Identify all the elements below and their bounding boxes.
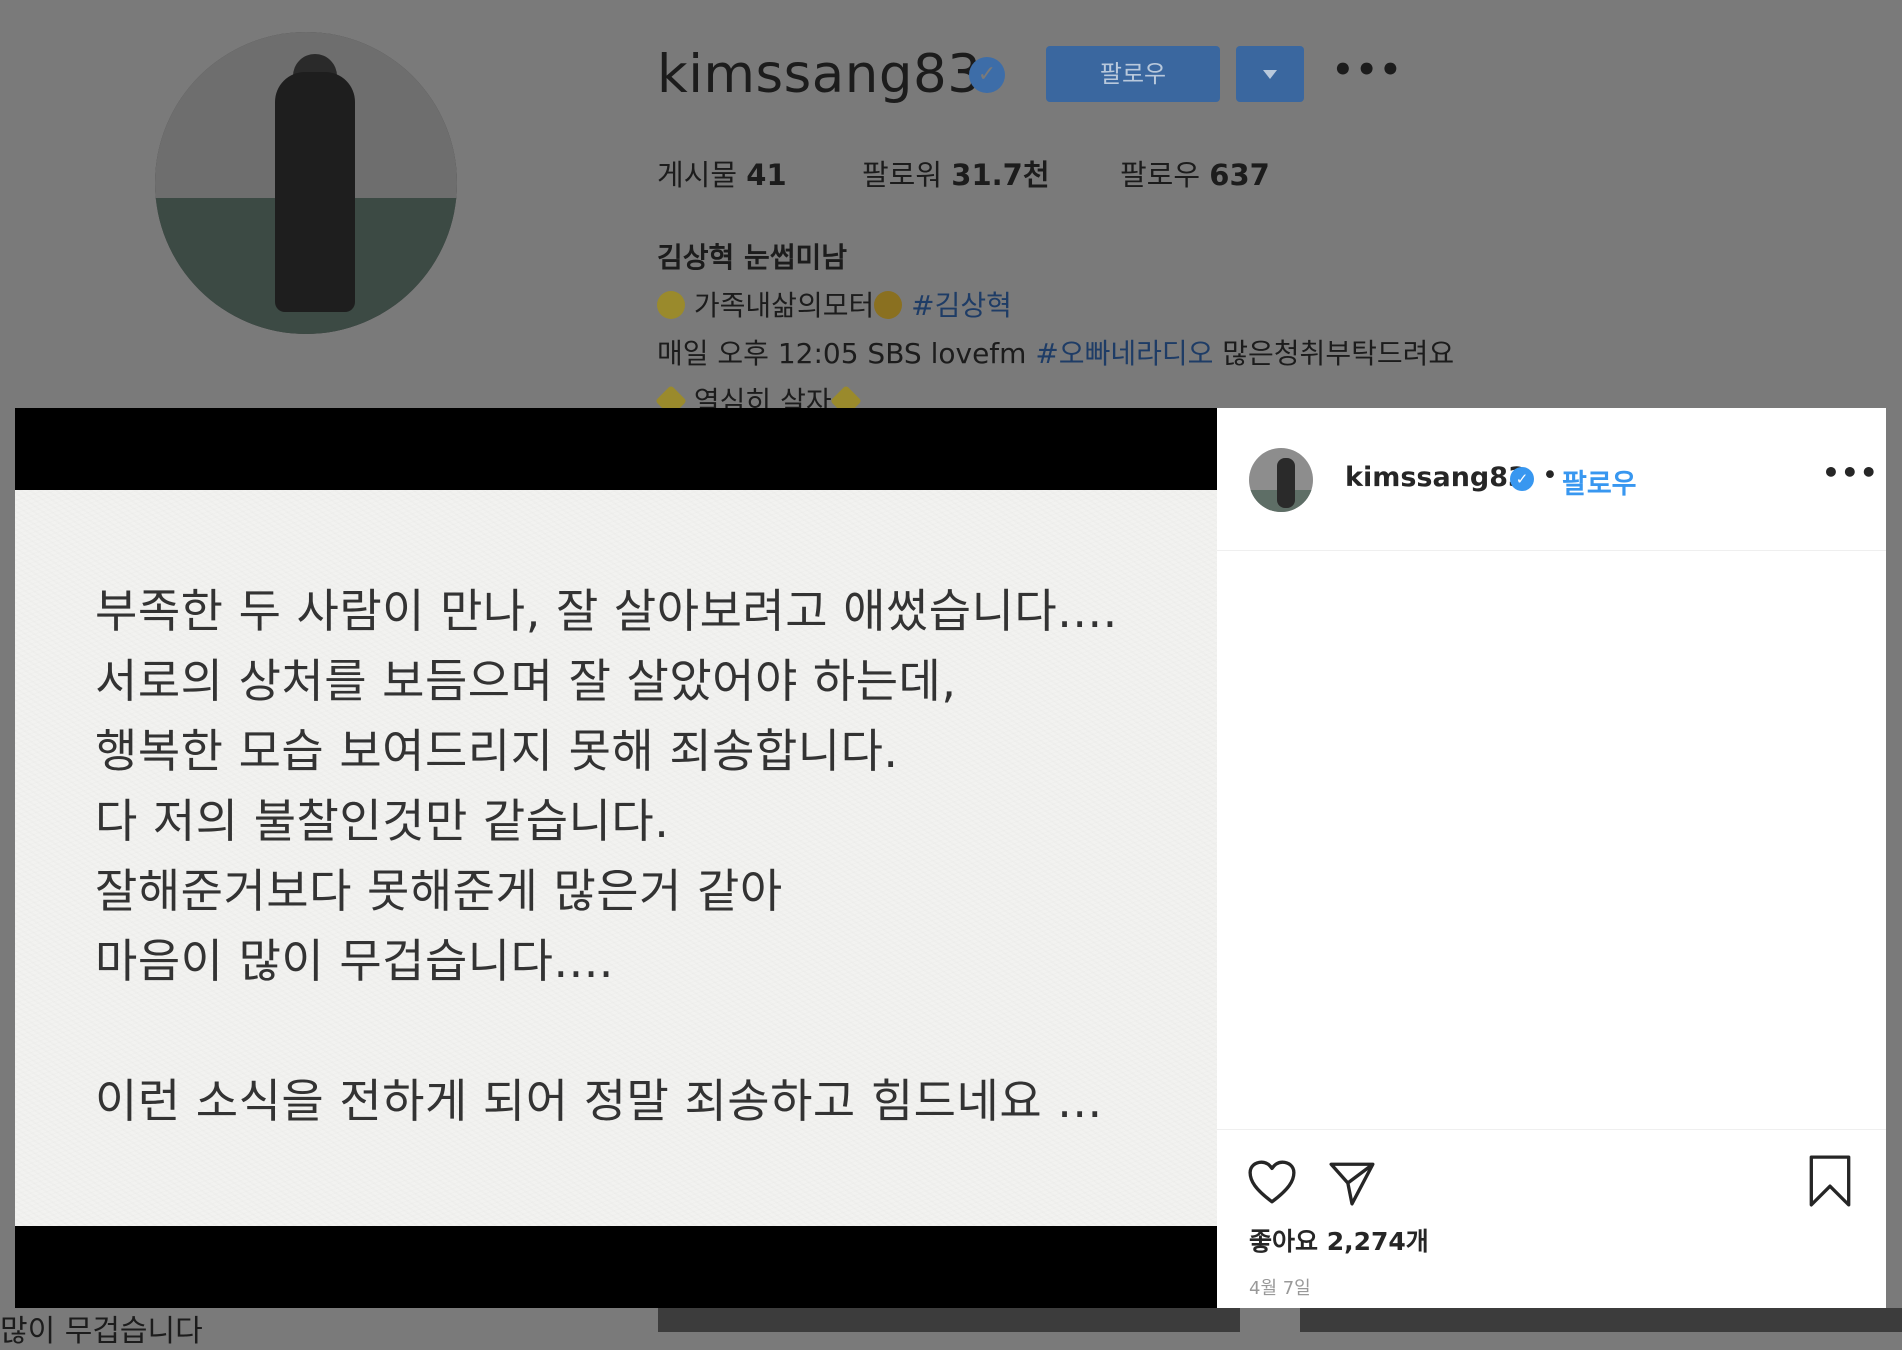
post-actions: 좋아요 2,274개 4월 7일 <box>1217 1129 1886 1309</box>
likes-count[interactable]: 좋아요 2,274개 <box>1249 1222 1429 1258</box>
grid-thumbnail[interactable] <box>1300 1308 1902 1332</box>
post-date[interactable]: 4월 7일 <box>1249 1274 1311 1300</box>
share-icon[interactable] <box>1327 1158 1377 1208</box>
profile-bio: 김상혁 눈썹미남 가족내삶의모터 #김상혁 매일 오후 12:05 SBS lo… <box>655 234 1455 426</box>
letter-text: 부족한 두 사람이 만나, 잘 살아보려고 애썼습니다.... 서로의 상처를 보… <box>95 584 1118 1128</box>
more-icon[interactable]: ••• <box>1332 50 1403 90</box>
post-modal: 부족한 두 사람이 만나, 잘 살아보려고 애썼습니다.... 서로의 상처를 보… <box>15 408 1886 1308</box>
stat-followers[interactable]: 팔로워 31.7천 <box>862 152 1050 194</box>
hashtag-link[interactable]: #김상혁 <box>911 289 1012 322</box>
bio-line-2: 매일 오후 12:05 SBS lovefm #오빠네라디오 많은청취부탁드려요 <box>657 337 1455 370</box>
post-media[interactable]: 부족한 두 사람이 만나, 잘 살아보려고 애썼습니다.... 서로의 상처를 보… <box>15 408 1217 1308</box>
author-avatar[interactable] <box>1249 448 1313 512</box>
heart-icon[interactable] <box>1247 1158 1297 1208</box>
hashtag-link[interactable]: #오빠네라디오 <box>1035 337 1213 370</box>
profile-avatar[interactable] <box>155 32 457 334</box>
letter-image: 부족한 두 사람이 만나, 잘 살아보려고 애썼습니다.... 서로의 상처를 보… <box>15 490 1217 1226</box>
stat-following[interactable]: 팔로우 637 <box>1120 152 1270 194</box>
more-icon[interactable]: ••• <box>1822 459 1879 487</box>
post-header: kimssang83 ✓ • 팔로우 ••• <box>1217 408 1886 551</box>
verified-icon: ✓ <box>969 57 1005 93</box>
bookmark-icon[interactable] <box>1807 1154 1853 1208</box>
follow-button[interactable]: 팔로우 <box>1046 46 1220 102</box>
grid-caption-fragment: 많이 무겁습니다 <box>0 1314 203 1349</box>
sunflower-emoji-icon <box>874 291 903 319</box>
bio-line-1: 가족내삶의모터 #김상혁 <box>657 282 1454 330</box>
bio-name: 김상혁 눈썹미남 <box>657 241 848 274</box>
stat-posts[interactable]: 게시물 41 <box>657 152 787 194</box>
author-username[interactable]: kimssang83 <box>1345 462 1527 493</box>
sun-emoji-icon <box>657 291 685 319</box>
grid-thumbnail[interactable] <box>658 1308 1240 1332</box>
chevron-down-icon[interactable] <box>1236 46 1304 102</box>
follow-link[interactable]: 팔로우 <box>1562 462 1637 501</box>
profile-username: kimssang83 <box>657 44 982 105</box>
separator-dot: • <box>1542 460 1558 491</box>
verified-icon: ✓ <box>1510 467 1534 491</box>
post-sidebar: kimssang83 ✓ • 팔로우 ••• 좋아요 2,274개 4월 7일 <box>1217 408 1886 1308</box>
